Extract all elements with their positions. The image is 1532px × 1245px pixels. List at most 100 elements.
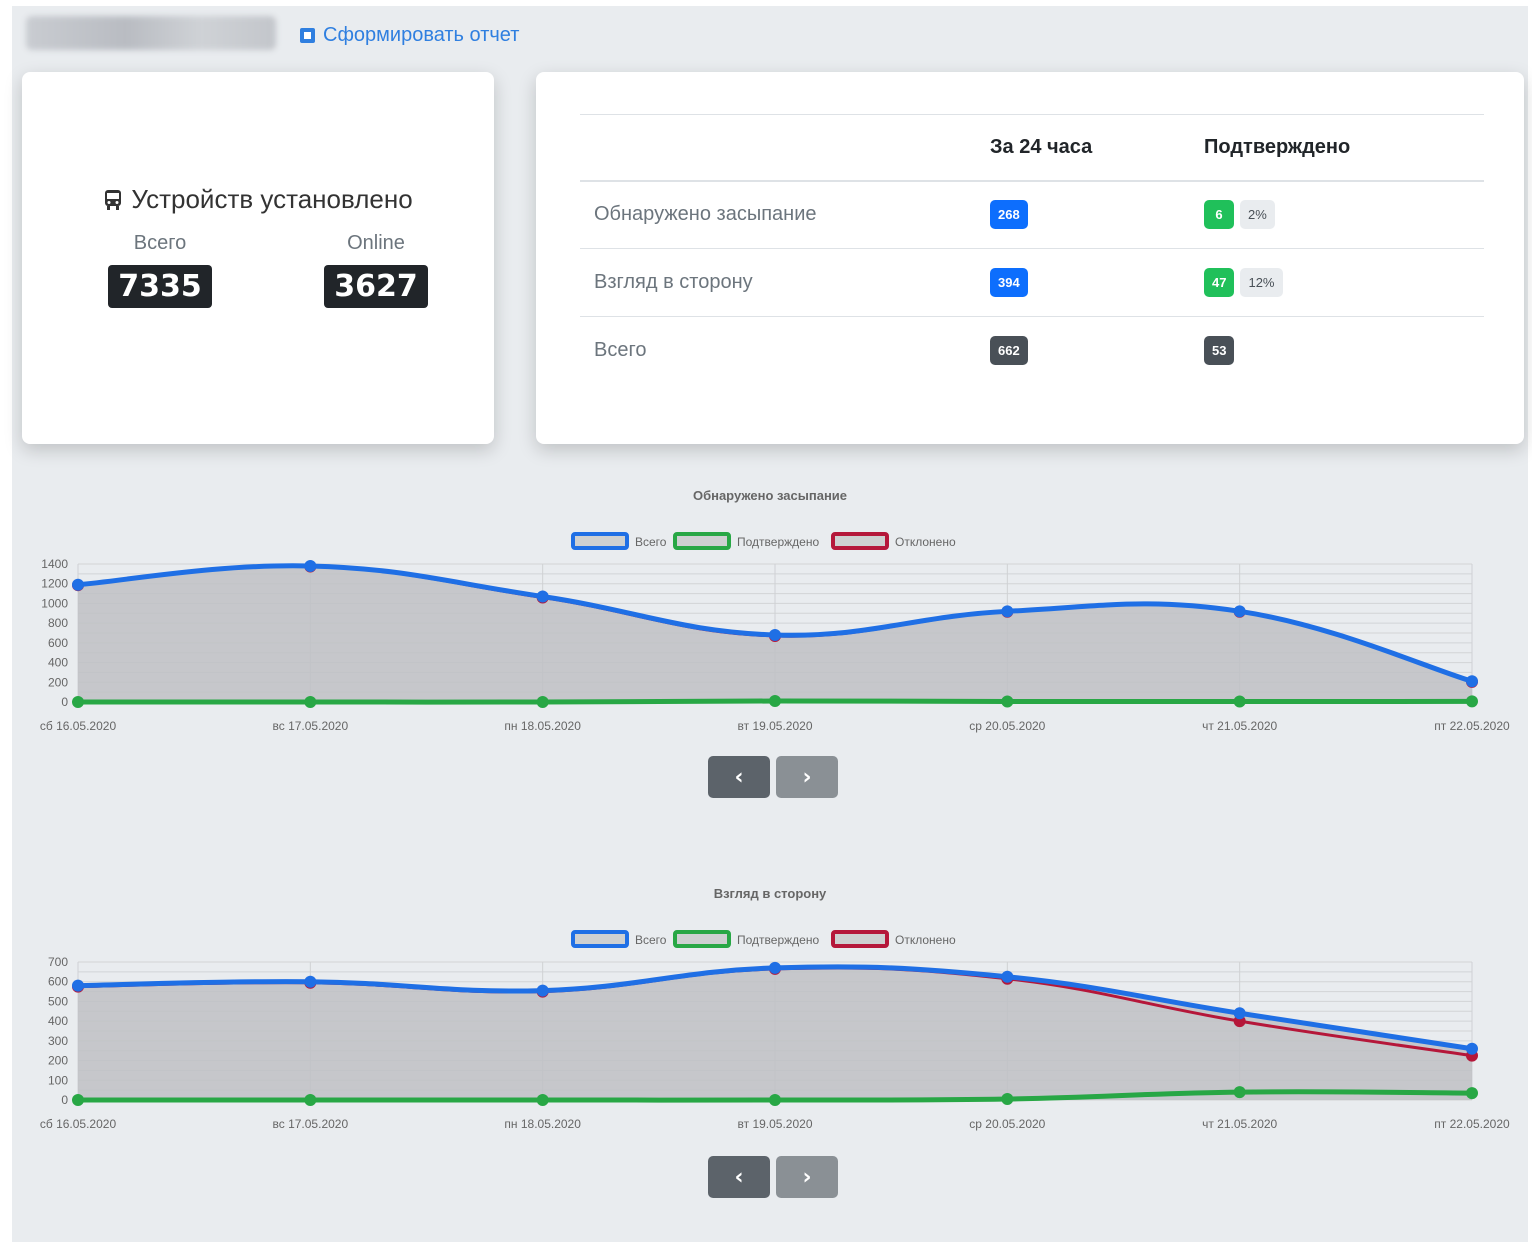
y-tick-label: 400 [48,656,68,670]
chart-sleep-svg: Обнаружено засыпание Всего Подтверждено Отк… [40,488,1510,733]
series-point [1001,695,1014,708]
x-tick-label: пн 18.05.2020 [504,719,581,733]
series-point [72,979,84,992]
chart-sleep-nav: ‹ › [708,756,838,798]
devices-total-label: Всего [133,232,187,254]
generate-report-link[interactable]: Сформировать отчет [300,24,519,47]
series-point [304,559,317,572]
confirmed-count-badge: 53 [1204,336,1235,366]
y-tick-label: 700 [48,955,68,969]
stats-col-day: За 24 часа [990,114,1204,182]
x-tick-label: сб 16.05.2020 [40,719,117,733]
devices-title-text: Устройств установлено [131,184,413,214]
table-row: Всего 662 53 [580,317,1484,385]
y-tick-label: 600 [48,975,68,989]
chart-look-away-next-button[interactable]: › [776,1156,838,1198]
series-point [1233,605,1246,618]
y-tick-label: 1200 [41,577,68,591]
x-tick-label: вт 19.05.2020 [738,719,813,733]
x-tick-label: вс 17.05.2020 [273,1117,349,1131]
y-tick-label: 100 [48,1073,68,1087]
legend-label: Всего [635,933,667,947]
devices-total: Всего 7335 [80,232,240,308]
legend-swatch [673,930,731,948]
legend-swatch [673,532,731,550]
legend-label: Подтверждено [737,933,819,947]
x-tick-label: пт 22.05.2020 [1434,1117,1510,1131]
y-tick-label: 0 [61,1093,68,1107]
y-tick-label: 200 [48,1054,68,1068]
x-tick-label: вс 17.05.2020 [273,719,349,733]
y-tick-label: 0 [61,695,68,709]
legend-swatch [571,930,629,948]
confirmed-percent-badge: 2% [1240,200,1275,230]
row-label: Всего [594,339,647,362]
series-point [1233,695,1246,708]
series-point [72,1094,84,1106]
confirmed-percent-badge: 12% [1240,268,1283,297]
confirmed-count-badge: 6 [1204,200,1234,230]
series-point [304,975,317,988]
chart-look-away-svg: Взгляд в сторону Всего Подтверждено Отклоне… [40,886,1510,1131]
day-count-badge: 394 [990,268,1028,297]
y-tick-label: 400 [48,1014,68,1028]
stats-table: За 24 часа Подтверждено Обнаружено засып… [580,114,1484,385]
devices-total-value: 7335 [108,265,212,308]
series-area-fill [78,966,1472,1100]
chart-sleep: Обнаружено засыпание Всего Подтверждено Отк… [12,480,1528,733]
series-point [536,590,549,603]
series-point [1233,1007,1246,1020]
y-tick-label: 600 [48,636,68,650]
series-point [769,695,781,708]
table-row: Взгляд в сторону 394 47 12% [580,248,1484,317]
table-row: Обнаружено засыпание 268 6 2% [580,180,1484,249]
chart-look-away-nav: ‹ › [708,1156,838,1198]
legend-label: Подтверждено [737,535,819,549]
series-point [769,961,781,974]
bus-icon [105,189,122,210]
devices-title: Устройств установлено [22,184,494,215]
stats-card: За 24 часа Подтверждено Обнаружено засып… [536,72,1524,444]
x-tick-label: пт 22.05.2020 [1434,719,1510,733]
generate-report-label: Сформировать отчет [323,24,520,46]
x-tick-label: чт 21.05.2020 [1202,1117,1277,1131]
series-point [304,696,317,708]
legend-swatch [831,930,889,948]
stats-col-confirmed: Подтверждено [1204,114,1484,182]
series-point [1001,605,1014,618]
series-point [536,1094,549,1106]
legend-label: Отклонено [895,535,956,549]
confirmed-count-badge: 47 [1204,268,1235,297]
series-point [1001,1093,1014,1106]
series-point [72,696,84,708]
stats-col-label [580,114,990,182]
x-tick-label: чт 21.05.2020 [1202,719,1277,733]
series-point [769,1094,781,1106]
series-point [1466,695,1478,708]
blurred-page-title [26,16,276,50]
y-tick-label: 1000 [41,596,68,610]
legend-swatch [831,532,889,550]
series-point [1466,675,1478,688]
stats-header-row: За 24 часа Подтверждено [580,114,1484,182]
series-point [304,1094,317,1106]
chart-look-away-prev-button[interactable]: ‹ [708,1156,770,1198]
top-bar: Сформировать отчет [12,6,1528,66]
y-tick-label: 1400 [41,557,68,571]
day-count-badge: 268 [990,200,1028,230]
series-point [72,578,84,591]
day-count-badge: 662 [990,336,1028,366]
chart-sleep-prev-button[interactable]: ‹ [708,756,770,798]
x-tick-label: ср 20.05.2020 [969,1117,1045,1131]
series-point [1001,970,1014,983]
legend-label: Всего [635,535,667,549]
devices-card: Устройств установлено Всего 7335 Online … [22,72,494,444]
legend-label: Отклонено [895,933,956,947]
y-tick-label: 800 [48,616,68,630]
x-tick-label: пн 18.05.2020 [504,1117,581,1131]
x-tick-label: вт 19.05.2020 [738,1117,813,1131]
devices-online-value: 3627 [324,265,428,308]
chart-sleep-next-button[interactable]: › [776,756,838,798]
series-point [1233,1086,1246,1099]
series-point [1466,1087,1478,1100]
